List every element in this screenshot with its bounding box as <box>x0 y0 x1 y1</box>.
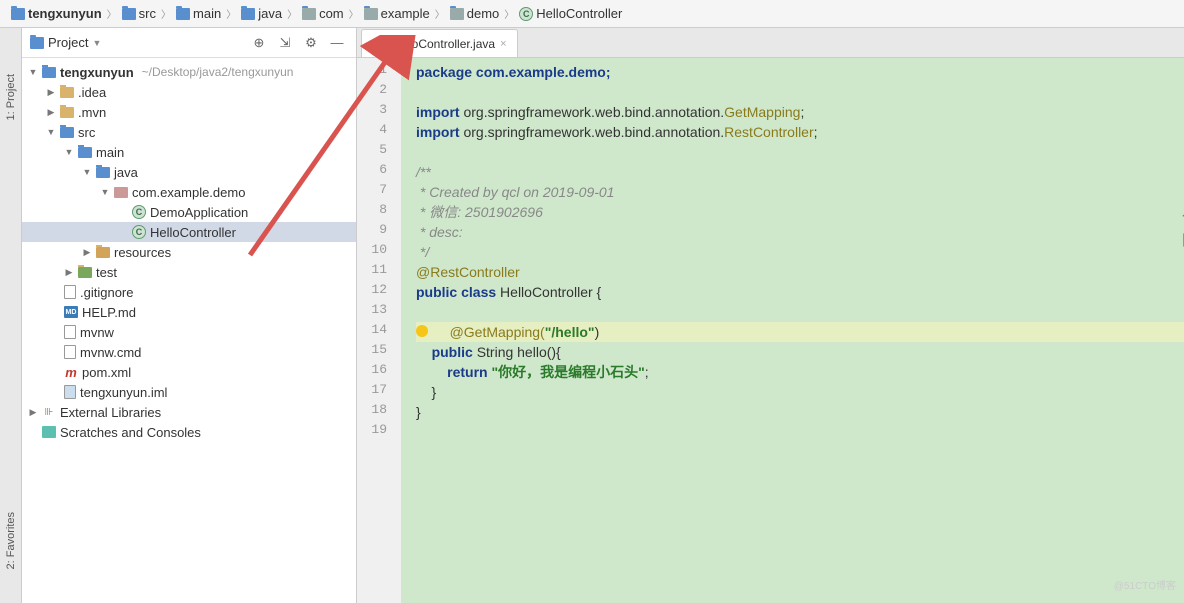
main-area: 1: Project 2: Favorites Project ▼ ⊕ ⇲ ⚙ … <box>0 28 1184 603</box>
folder-icon <box>11 8 25 20</box>
collapse-icon[interactable]: — <box>326 32 348 54</box>
watermark: @51CTO博客 <box>1114 577 1176 597</box>
resources-folder-icon <box>96 247 110 258</box>
tree-mvnwcmd[interactable]: mvnw.cmd <box>22 342 356 362</box>
disclosure-closed-icon: ▶ <box>82 247 92 258</box>
crumb-com[interactable]: com <box>299 6 347 21</box>
tree-scratch[interactable]: ▶Scratches and Consoles <box>22 422 356 442</box>
tree-idea[interactable]: ▶.idea <box>22 82 356 102</box>
target-icon[interactable]: ⊕ <box>248 32 270 54</box>
test-folder-icon <box>78 267 92 278</box>
tree-extlib[interactable]: ▶⊪External Libraries <box>22 402 356 422</box>
crumb-main[interactable]: main <box>173 6 224 21</box>
tree-root[interactable]: ▼tengxunyun~/Desktop/java2/tengxunyun <box>22 62 356 82</box>
folder-icon <box>122 8 136 20</box>
editor-tab-label: HelloController.java <box>391 37 495 51</box>
folder-icon <box>42 67 56 78</box>
disclosure-closed-icon: ▶ <box>46 87 56 98</box>
folder-icon <box>241 8 255 20</box>
folder-icon <box>176 8 190 20</box>
file-icon <box>64 325 76 339</box>
markdown-icon: MD <box>64 306 78 318</box>
tree-pom[interactable]: mpom.xml <box>22 362 356 382</box>
file-icon <box>64 345 76 359</box>
folder-icon <box>78 147 92 158</box>
class-icon: C <box>132 225 146 239</box>
disclosure-closed-icon: ▶ <box>28 407 38 418</box>
editor-tabbar: C HelloController.java × <box>357 28 1184 58</box>
tree-demoapp[interactable]: CDemoApplication <box>22 202 356 222</box>
code-content[interactable]: package com.example.demo; import org.spr… <box>402 58 1184 603</box>
close-icon[interactable]: × <box>500 38 506 50</box>
project-icon <box>30 37 44 49</box>
chevron-right-icon: 〉 <box>226 6 236 21</box>
project-panel: Project ▼ ⊕ ⇲ ⚙ — ▼tengxunyun~/Desktop/j… <box>22 28 357 603</box>
disclosure-closed-icon: ▶ <box>64 267 74 278</box>
editor-area: C HelloController.java × 1234567891011 1… <box>357 28 1184 603</box>
folder-icon <box>60 87 74 98</box>
gear-icon[interactable]: ⚙ <box>300 32 322 54</box>
tree-help[interactable]: MDHELP.md <box>22 302 356 322</box>
disclosure-open-icon: ▼ <box>64 147 74 157</box>
tree-main[interactable]: ▼main <box>22 142 356 162</box>
disclosure-open-icon: ▼ <box>100 187 110 197</box>
tree-mvnw[interactable]: mvnw <box>22 322 356 342</box>
tree-java[interactable]: ▼java <box>22 162 356 182</box>
disclosure-closed-icon: ▶ <box>46 107 56 118</box>
crumb-class[interactable]: CHelloController <box>516 6 625 21</box>
chevron-down-icon[interactable]: ▼ <box>92 38 101 48</box>
tree-src[interactable]: ▼src <box>22 122 356 142</box>
path-hint: ~/Desktop/java2/tengxunyun <box>142 65 294 79</box>
tree-test[interactable]: ▶test <box>22 262 356 282</box>
tree-hellocontroller[interactable]: CHelloController <box>22 222 356 242</box>
class-icon: C <box>132 205 146 219</box>
gutter: 1234567891011 12 13141516171819 <box>357 58 402 603</box>
iml-icon <box>64 385 76 399</box>
expand-icon[interactable]: ⇲ <box>274 32 296 54</box>
chevron-right-icon: 〉 <box>287 6 297 21</box>
bulb-icon[interactable] <box>416 325 428 337</box>
chevron-right-icon: 〉 <box>435 6 445 21</box>
chevron-right-icon: 〉 <box>161 6 171 21</box>
crumb-example[interactable]: example <box>361 6 433 21</box>
chevron-right-icon: 〉 <box>107 6 117 21</box>
tree-resources[interactable]: ▶resources <box>22 242 356 262</box>
file-icon <box>64 285 76 299</box>
tree-mvn[interactable]: ▶.mvn <box>22 102 356 122</box>
breadcrumb-bar: tengxunyun〉 src〉 main〉 java〉 com〉 exampl… <box>0 0 1184 28</box>
tab-project[interactable]: 1: Project <box>3 68 19 126</box>
package-icon <box>114 187 128 198</box>
class-icon: C <box>372 37 386 51</box>
class-icon: C <box>519 7 533 21</box>
folder-icon <box>302 8 316 20</box>
folder-icon <box>450 8 464 20</box>
disclosure-open-icon: ▼ <box>28 67 38 77</box>
crumb-root[interactable]: tengxunyun <box>8 6 105 21</box>
tree-iml[interactable]: tengxunyun.iml <box>22 382 356 402</box>
chevron-right-icon: 〉 <box>504 6 514 21</box>
disclosure-open-icon: ▼ <box>46 127 56 137</box>
crumb-src[interactable]: src <box>119 6 159 21</box>
project-tree[interactable]: ▼tengxunyun~/Desktop/java2/tengxunyun ▶.… <box>22 58 356 603</box>
tab-favorites[interactable]: 2: Favorites <box>3 506 19 575</box>
project-header: Project ▼ ⊕ ⇲ ⚙ — <box>22 28 356 58</box>
scratches-icon <box>42 426 56 438</box>
chevron-right-icon: 〉 <box>349 6 359 21</box>
folder-icon <box>60 127 74 138</box>
crumb-java[interactable]: java <box>238 6 285 21</box>
disclosure-open-icon: ▼ <box>82 167 92 177</box>
crumb-demo[interactable]: demo <box>447 6 503 21</box>
maven-icon: m <box>64 365 78 379</box>
folder-icon <box>96 167 110 178</box>
libraries-icon: ⊪ <box>42 405 56 419</box>
code-editor[interactable]: 1234567891011 12 13141516171819 package … <box>357 58 1184 603</box>
project-title: Project <box>48 35 88 50</box>
tree-package[interactable]: ▼com.example.demo <box>22 182 356 202</box>
tool-window-stripe: 1: Project 2: Favorites <box>0 28 22 603</box>
editor-tab-hellocontroller[interactable]: C HelloController.java × <box>361 29 518 57</box>
folder-icon <box>364 8 378 20</box>
folder-icon <box>60 107 74 118</box>
tree-gitignore[interactable]: .gitignore <box>22 282 356 302</box>
